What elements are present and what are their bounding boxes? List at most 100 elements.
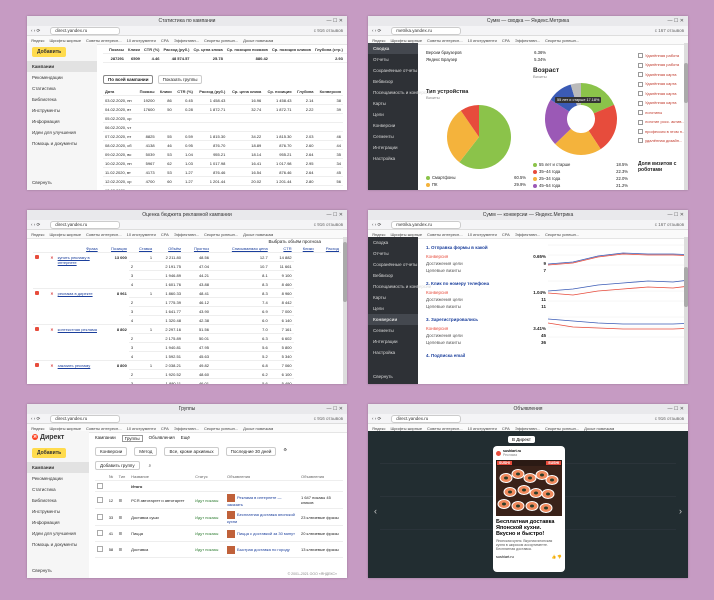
phrase[interactable]: реклама в директе	[55, 288, 100, 325]
bookmark[interactable]: Яндекс	[31, 232, 44, 237]
checkbox-icon[interactable]	[638, 119, 643, 125]
back-icon[interactable]: ‹ › ⟳	[31, 222, 40, 228]
checkbox-icon[interactable]	[638, 128, 643, 134]
link-item[interactable]: Удалённая карта	[638, 98, 688, 107]
column-header[interactable]: Тип	[116, 472, 130, 481]
keyword-count[interactable]: 1 647 показы 45 кликов	[299, 491, 343, 509]
link-text[interactable]: Удалённая работа	[645, 53, 679, 58]
column-header[interactable]: Конверсия (%)	[344, 45, 347, 54]
add-group-button[interactable]: Добавить группу	[95, 461, 140, 470]
bookmark[interactable]: Эффективн...	[174, 232, 199, 237]
settings-icon[interactable]: ⚙	[283, 447, 287, 456]
table-row[interactable]: 41 ☰ Пицца Идут показы Пицца с доставкой за …	[95, 525, 343, 542]
ad-url[interactable]: sushiart.ru	[496, 555, 514, 559]
bookmark[interactable]: Секреты успешн...	[204, 426, 238, 431]
tab-groups[interactable]: Группы	[121, 435, 143, 442]
legend-row[interactable]: 18–24 года11.4%	[533, 189, 628, 190]
bookmark[interactable]: Шрифты жирные	[390, 38, 422, 43]
window-controls[interactable]: — ☐ ✕	[327, 406, 343, 412]
ad-preview[interactable]: Пицца с доставкой за 30 минут	[225, 525, 299, 542]
back-icon[interactable]: ‹ › ⟳	[372, 222, 381, 228]
tab-show-groups[interactable]: Показать группы	[157, 75, 203, 84]
collapse-button[interactable]: Свернуть	[27, 177, 57, 188]
reviews-badge[interactable]: с 916 отзывов	[314, 28, 343, 33]
ad-preview[interactable]: Реклама в интернете — заказать	[225, 491, 299, 509]
row-checkbox[interactable]	[33, 288, 45, 325]
bookmark[interactable]: Эффективн...	[174, 38, 199, 43]
sidebar-item[interactable]: Вебвизор	[368, 270, 418, 281]
toggle-icon[interactable]: ✕	[44, 252, 56, 289]
checkbox-icon[interactable]	[35, 326, 39, 331]
bookmark[interactable]: Советы интересн...	[427, 38, 463, 43]
column-header[interactable]: Ср. позиция кликов	[269, 45, 313, 54]
checkbox-icon[interactable]	[97, 513, 103, 520]
group-name[interactable]: Доставка	[129, 541, 194, 558]
legend-row[interactable]: ПК 29.9%	[426, 181, 526, 188]
preview-selector[interactable]: В Директ	[508, 436, 535, 443]
keyword-count[interactable]: 20 ключевые фразы	[299, 525, 343, 542]
keyword-count[interactable]: 13 ключевые фразы	[299, 541, 343, 558]
checkbox-icon[interactable]	[97, 482, 103, 489]
bookmark[interactable]: Яндекс	[31, 38, 44, 43]
sidebar-item[interactable]: Сегменты	[368, 131, 418, 142]
column-header[interactable]: Глубина (стр.)	[312, 45, 345, 54]
sidebar-item[interactable]: Цели	[368, 109, 418, 120]
toggle-icon[interactable]: ✕	[44, 360, 56, 384]
tab-ads[interactable]: Объявления	[149, 435, 175, 442]
sidebar-item[interactable]: Сохранённые отчеты	[368, 65, 418, 76]
back-icon[interactable]: ‹ › ⟳	[31, 416, 40, 422]
ad-preview[interactable]: Быстрая доставка по городу	[225, 541, 299, 558]
link-item[interactable]: логотип росс. актив...	[638, 117, 688, 126]
sidebar-item[interactable]: Сохранённые отчеты	[368, 259, 418, 270]
checkbox-icon[interactable]	[35, 290, 39, 295]
bookmark[interactable]: Яндекс	[372, 38, 385, 43]
bookmark[interactable]: СРА	[502, 38, 510, 43]
link-item[interactable]: Удалённая карта	[638, 89, 688, 98]
row-checkbox[interactable]	[95, 480, 107, 492]
group-name[interactable]: Пицца	[129, 525, 194, 542]
filter-conversions[interactable]: Конверсии	[95, 447, 128, 456]
scrollbar[interactable]	[343, 237, 347, 384]
link-item[interactable]: Удалённая карта	[638, 70, 688, 79]
bookmark[interactable]: Досье новичкам	[243, 38, 273, 43]
group-name[interactable]: Итого	[129, 480, 194, 492]
checkbox-icon[interactable]	[35, 362, 39, 367]
table-row[interactable]: 12 ☰ РСЯ автотаргет и автотаргет Идут показ…	[95, 491, 343, 509]
sidebar-item-recommendations[interactable]: Рекомендации	[27, 72, 97, 83]
checkbox-icon[interactable]	[638, 81, 643, 87]
bookmark[interactable]: Шрифты жирные	[49, 426, 81, 431]
sidebar-item[interactable]: Настройка	[368, 153, 418, 164]
scrollbar-thumb[interactable]	[684, 63, 688, 103]
scrollbar[interactable]	[684, 237, 688, 384]
column-header[interactable]: Статус	[193, 472, 225, 481]
bookmark[interactable]: Советы интересн...	[427, 232, 463, 237]
ad-card[interactable]: sushiart.ru Реклама SUSHI SUSHI Бесплатн…	[493, 446, 565, 572]
address-input[interactable]: metrika.yandex.ru	[391, 220, 462, 229]
window-controls[interactable]: — ☐ ✕	[668, 212, 684, 218]
column-header[interactable]: Ср. позиция	[263, 87, 294, 96]
row-checkbox[interactable]	[33, 360, 45, 384]
group-name[interactable]: РСЯ автотаргет и автотаргет	[129, 491, 194, 509]
reviews-badge[interactable]: с 916 отзывов	[314, 416, 343, 421]
bookmark[interactable]: Яндекс	[372, 426, 385, 431]
column-header[interactable]: Клики	[126, 45, 142, 54]
phrase[interactable]: заказать рекламу	[55, 360, 100, 384]
column-header[interactable]: Ср. цена клика	[227, 87, 264, 96]
table-row[interactable]: 58 ☰ Доставка Идут показы Быстрая доставка п…	[95, 541, 343, 558]
tab-by-campaign[interactable]: По всей кампании	[103, 75, 154, 84]
table-row[interactable]: Итого	[95, 480, 343, 492]
sidebar-item-library[interactable]: Библиотека	[27, 495, 89, 506]
column-header[interactable]: Дата	[103, 87, 137, 96]
keyword-count[interactable]: 23 ключевые фразы	[299, 508, 343, 526]
tab-campaigns[interactable]: Кампании	[95, 435, 116, 442]
collapse-button[interactable]: Свернуть	[368, 371, 398, 382]
reviews-badge[interactable]: с 916 отзывов	[655, 416, 684, 421]
logo[interactable]: Я Директ	[27, 431, 89, 444]
address-input[interactable]: direct.yandex.ru	[50, 26, 121, 35]
legend-row[interactable]: Планшеты 9.61%	[426, 188, 526, 190]
row-checkbox[interactable]	[95, 491, 107, 509]
link-item[interactable]: удалённая дизайн...	[638, 136, 688, 145]
bookmark[interactable]: Яндекс	[372, 232, 385, 237]
sidebar-item-recommendations[interactable]: Рекомендации	[27, 473, 89, 484]
row-checkbox[interactable]	[95, 508, 107, 526]
